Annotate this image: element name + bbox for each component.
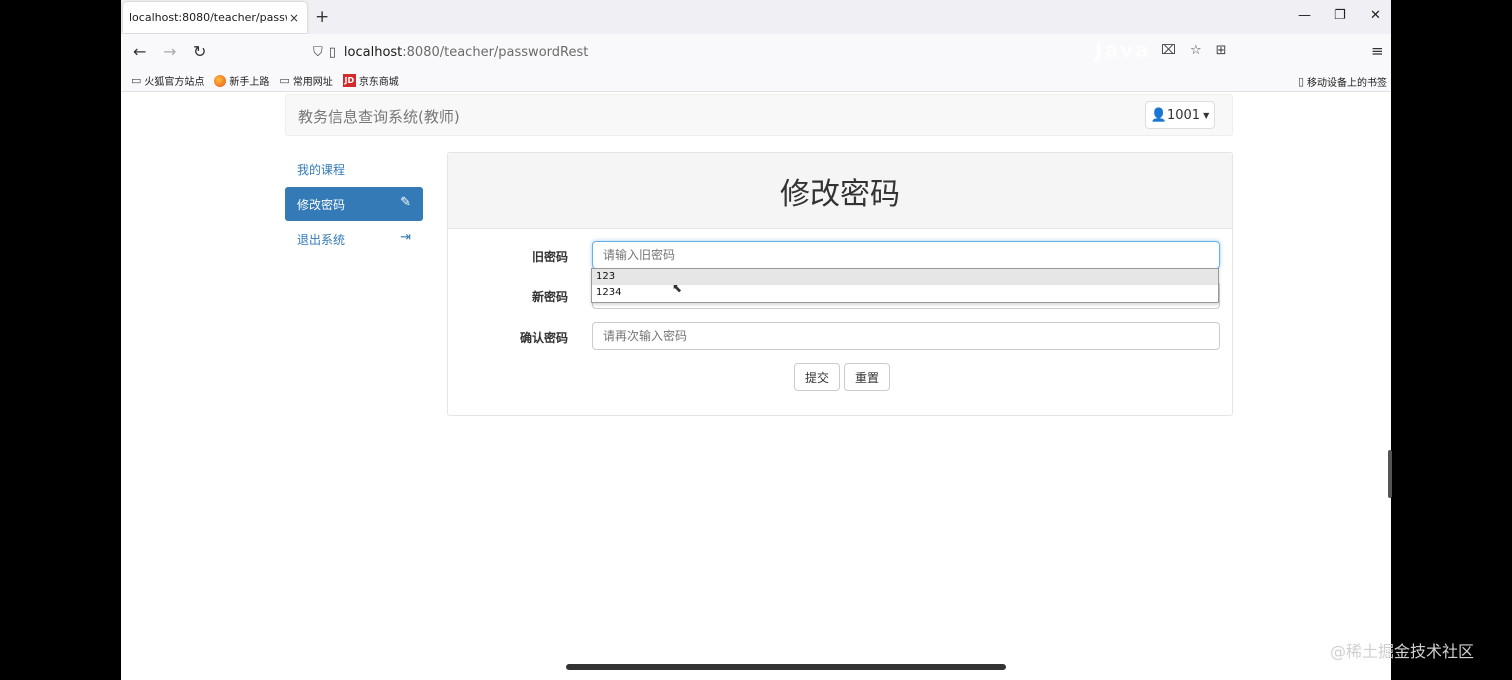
- logout-icon: ⇥: [400, 230, 411, 245]
- sidebar-item-logout[interactable]: 退出系统 ⇥: [285, 222, 423, 256]
- bookmark-label: 常用网址: [292, 77, 333, 88]
- browser-tab[interactable]: localhost:8080/teacher/passwordRest ×: [123, 2, 307, 33]
- sidebar-item-label: 修改密码: [297, 197, 346, 212]
- page-info-icon[interactable]: ▯: [329, 45, 336, 60]
- scrollbar[interactable]: [1388, 450, 1392, 498]
- sidebar: 我的课程 修改密码 ✎ 退出系统 ⇥: [285, 152, 423, 257]
- jd-icon: JD: [342, 74, 356, 87]
- confirm-password-input[interactable]: [592, 322, 1220, 350]
- tab-strip: localhost:8080/teacher/passwordRest × + …: [121, 0, 1391, 34]
- caret-down-icon: ▼: [1203, 110, 1210, 120]
- tab-close-icon[interactable]: ×: [289, 11, 299, 25]
- autocomplete-option[interactable]: 1234: [592, 285, 1218, 301]
- url-text[interactable]: localhost:8080/teacher/passwordRest: [344, 45, 588, 60]
- submit-button[interactable]: 提交: [794, 363, 841, 391]
- bookmark-label: 火狐官方站点: [144, 77, 205, 88]
- mouse-cursor-icon: ⬉: [672, 281, 683, 295]
- user-dropdown-button[interactable]: 👤 1001 ▼: [1145, 101, 1215, 129]
- browser-window: localhost:8080/teacher/passwordRest × + …: [121, 0, 1391, 680]
- confirm-password-row: 确认密码: [448, 322, 1234, 352]
- user-id: 1001: [1166, 107, 1201, 123]
- old-password-row: 旧密码: [448, 241, 1234, 271]
- new-password-label: 新密码: [531, 290, 568, 304]
- mobile-icon: ▯: [1297, 75, 1304, 88]
- top-navbar: 教务信息查询系统(教师) 👤 1001 ▼: [285, 94, 1233, 136]
- reset-button[interactable]: 重置: [844, 363, 891, 391]
- reload-icon[interactable]: ↻: [193, 42, 206, 61]
- home-indicator[interactable]: [566, 664, 1006, 670]
- folder-icon: ▭: [131, 74, 142, 87]
- page-content: 教务信息查询系统(教师) 👤 1001 ▼ 我的课程 修改密码 ✎ 退出系统 ⇥…: [121, 92, 1391, 680]
- close-window-icon[interactable]: ✕: [1370, 8, 1381, 23]
- translate-icon[interactable]: ⌧: [1161, 43, 1176, 58]
- new-tab-button[interactable]: +: [315, 7, 329, 27]
- url-path: :8080/teacher/passwordRest: [402, 44, 589, 60]
- nav-bar: ← → ↻ ⛉ ▯ localhost:8080/teacher/passwor…: [121, 34, 1391, 70]
- firefox-icon: [214, 74, 227, 87]
- bookmark-item[interactable]: 新手上路: [214, 73, 269, 88]
- url-host: localhost: [343, 44, 403, 60]
- site-watermark: @稀土掘金技术社区: [1330, 642, 1475, 661]
- overlay-watermark: Java: [1095, 38, 1151, 62]
- bookmark-label: 京东商城: [358, 77, 399, 88]
- sidebar-item-label: 我的课程: [297, 162, 346, 177]
- restore-icon[interactable]: ❐: [1334, 8, 1346, 23]
- sidebar-item-label: 退出系统: [297, 232, 346, 247]
- sidebar-item-my-courses[interactable]: 我的课程: [285, 152, 423, 186]
- old-password-label: 旧密码: [531, 250, 568, 264]
- bookmark-item[interactable]: ▭ 常用网址: [279, 73, 332, 88]
- shield-icon[interactable]: ⛉: [313, 45, 323, 60]
- autocomplete-option[interactable]: 123: [592, 269, 1218, 285]
- forward-icon[interactable]: →: [163, 42, 176, 61]
- pencil-icon: ✎: [400, 195, 411, 210]
- extensions-icon[interactable]: ⊞: [1216, 43, 1227, 58]
- mobile-bookmarks[interactable]: ▯ 移动设备上的书签: [1298, 74, 1387, 89]
- url-bar[interactable]: ⛉ ▯ localhost:8080/teacher/passwordRest: [307, 38, 1187, 66]
- bookmark-item[interactable]: JD 京东商城: [342, 73, 399, 88]
- confirm-password-label: 确认密码: [519, 331, 568, 345]
- panel-title: 修改密码: [448, 153, 1232, 229]
- mobile-bookmarks-label: 移动设备上的书签: [1307, 78, 1387, 89]
- back-icon[interactable]: ←: [133, 42, 146, 61]
- brand-title[interactable]: 教务信息查询系统(教师): [298, 106, 460, 127]
- sidebar-item-change-password[interactable]: 修改密码 ✎: [285, 187, 423, 221]
- autocomplete-dropdown: 123 1234: [591, 268, 1219, 303]
- button-row: 提交 重置: [794, 363, 891, 391]
- bookmark-label: 新手上路: [229, 77, 270, 88]
- minimize-icon[interactable]: —: [1298, 8, 1311, 23]
- user-icon: 👤: [1150, 107, 1167, 123]
- toolbar-icons: ⌧ ☆ ⊞: [1161, 43, 1227, 58]
- tab-title: localhost:8080/teacher/passwordRest: [129, 11, 287, 24]
- bookmark-item[interactable]: ▭ 火狐官方站点: [131, 73, 204, 88]
- folder-icon: ▭: [279, 74, 290, 87]
- old-password-input[interactable]: [592, 241, 1220, 269]
- bookmarks-bar: ▭ 火狐官方站点 新手上路 ▭ 常用网址 JD 京东商城 ▯ 移动设备上的书签: [121, 70, 1391, 92]
- bookmark-star-icon[interactable]: ☆: [1190, 43, 1202, 58]
- menu-icon[interactable]: ≡: [1371, 42, 1384, 60]
